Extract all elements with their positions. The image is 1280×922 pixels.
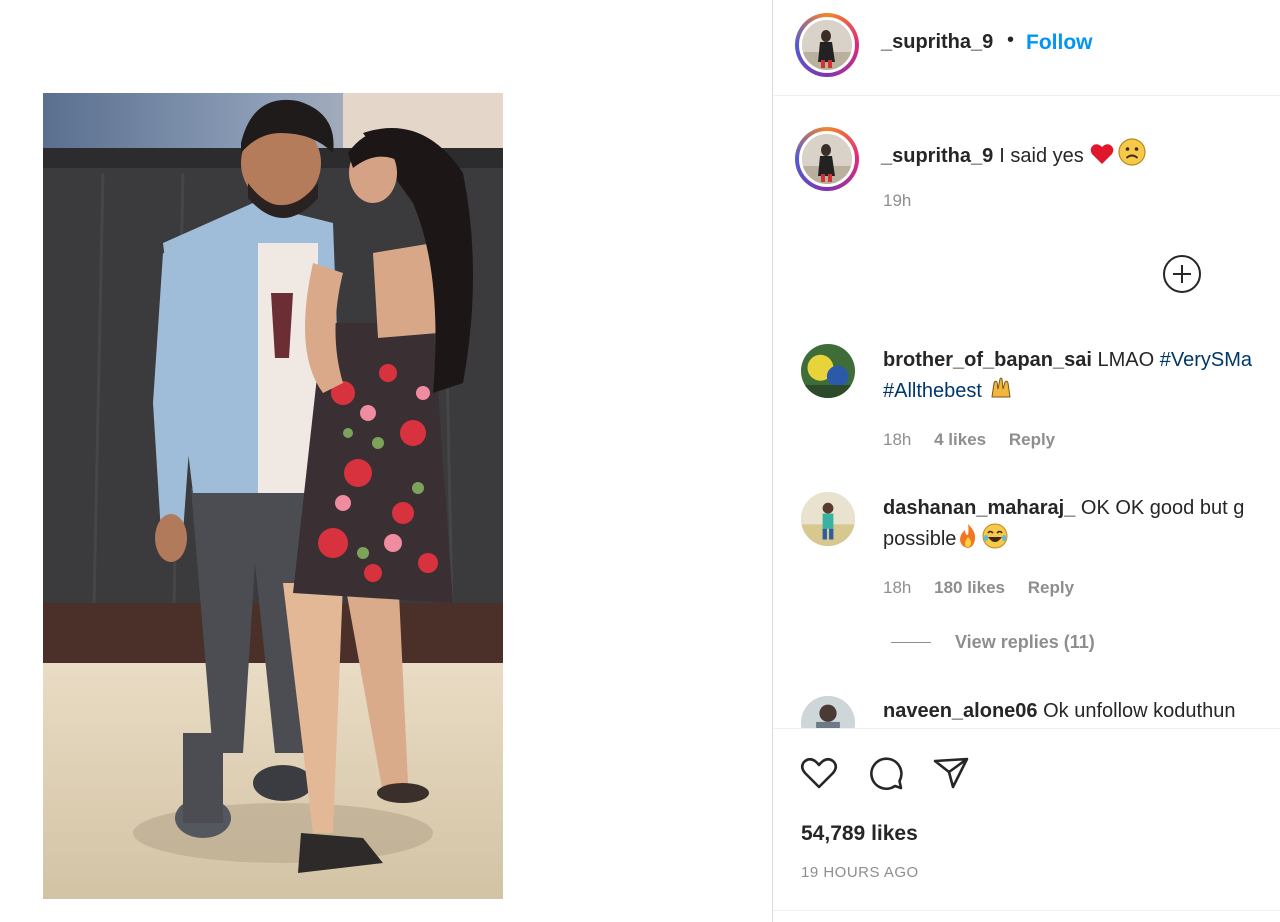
view-replies-button[interactable]: View replies (11) [891,632,1095,653]
comment-message: OK OK good but g [1080,497,1245,519]
comment-message: Ok unfollow koduthun [1043,700,1236,722]
author-avatar-image [799,17,855,73]
post-header: _supritha_9 • Follow [773,0,1280,96]
red-heart-emoji-icon [1090,143,1114,171]
commenter-avatar[interactable] [801,492,855,546]
comment-likes[interactable]: 180 likes [934,578,1005,597]
comment-meta: 18h 180 likes Reply [883,578,1092,598]
post-actions-section: 54,789 likes 19 HOURS AGO [773,728,1280,922]
avatar-photo-icon [801,492,855,546]
reply-button[interactable]: Reply [1028,578,1074,597]
frowning-face-emoji-icon [1118,138,1146,172]
comment-username[interactable]: dashanan_maharaj_ [883,497,1075,519]
follow-button[interactable]: Follow [1026,31,1093,55]
post-details-panel: _supritha_9 • Follow _supritha_9 I said y… [772,0,1280,922]
comment-likes[interactable]: 4 likes [934,430,986,449]
caption-line: _supritha_9 I said yes [881,138,1146,172]
comment-meta: 18h 4 likes Reply [883,430,1073,450]
fire-emoji-icon [956,523,980,558]
comment-time: 18h [883,430,912,449]
view-replies-divider [891,641,931,644]
paper-plane-icon[interactable] [931,753,971,793]
reply-button[interactable]: Reply [1009,430,1055,449]
hashtag-link[interactable]: #VerySMa [1160,349,1252,371]
plus-circle-icon[interactable] [1163,255,1201,293]
separator-dot: • [1007,29,1015,51]
couple-photo-illustration [43,93,503,899]
comment-username[interactable]: brother_of_bapan_sai [883,349,1092,371]
comment-time: 18h [883,578,912,597]
commenter-avatar[interactable] [801,344,855,398]
comment-icon[interactable] [866,753,906,793]
post-photo[interactable] [43,93,503,899]
comment-message-continued: possible [883,528,957,550]
comment-username[interactable]: naveen_alone06 [883,700,1038,722]
post-timestamp: 19 HOURS AGO [801,864,919,881]
divider [773,910,1280,911]
author-avatar[interactable] [795,13,859,77]
post-media-area [0,0,772,922]
caption-avatar-image [799,131,855,187]
caption-text: I said yes [999,145,1084,167]
caption-avatar[interactable] [795,127,859,191]
raised-hands-emoji-icon [988,375,1014,410]
avatar-photo-icon [802,20,852,70]
comment-text: dashanan_maharaj_ OK OK good but g possi… [883,493,1244,558]
comment-message: LMAO [1097,349,1155,371]
comment-text: naveen_alone06 Ok unfollow koduthun [883,696,1235,726]
comment-text: brother_of_bapan_sai LMAO #VerySMa #Allt… [883,345,1252,410]
view-replies-label: View replies (11) [955,632,1095,652]
author-username[interactable]: _supritha_9 [881,31,993,54]
avatar-photo-icon [801,344,855,398]
tears-of-joy-emoji-icon [982,523,1008,558]
avatar-photo-icon [802,134,852,184]
caption-username[interactable]: _supritha_9 [881,145,993,167]
likes-count[interactable]: 54,789 likes [801,822,918,846]
hashtag-link[interactable]: #Allthebest [883,380,982,402]
heart-icon[interactable] [799,753,839,793]
caption-timestamp: 19h [883,191,912,210]
